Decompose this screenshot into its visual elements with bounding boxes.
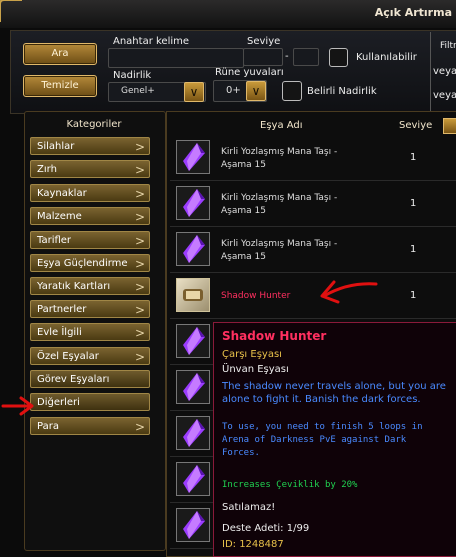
mana-stone-icon: [176, 370, 210, 404]
specific-rarity-checkbox[interactable]: [282, 81, 302, 101]
rarity-label: Nadirlik: [113, 70, 152, 81]
tooltip-bonus: Increases Çeviklik by 20%: [222, 480, 358, 490]
category-label: Tarifler: [37, 235, 72, 246]
column-header-item-name[interactable]: Eşya Adı: [260, 120, 303, 131]
chevron-right-icon: >: [134, 187, 145, 201]
category-item[interactable]: Yaratık Kartları >: [30, 277, 150, 295]
annotation-arrow-icon: [1, 396, 34, 416]
level-separator: -: [285, 51, 289, 62]
title-scroll-icon: [176, 278, 210, 312]
result-item-name: Kirli Yozlaşmış Mana Taşı - Aşama 15: [221, 239, 338, 262]
keyword-input[interactable]: [108, 48, 244, 68]
search-button[interactable]: Ara: [23, 43, 97, 65]
mana-stone-icon: [176, 140, 210, 174]
category-label: Evle İlgili: [37, 327, 82, 338]
rarity-value: Genel+: [121, 86, 155, 96]
result-item-name: Kirli Yozlaşmış Mana Taşı - Aşama 15: [221, 193, 338, 216]
tooltip-description: The shadow never travels alone, but you …: [222, 381, 446, 405]
result-item-level: 1: [410, 198, 417, 209]
keyword-label: Anahtar kelime: [113, 36, 190, 47]
category-label: Kaynaklar: [37, 188, 87, 199]
item-tooltip: Shadow Hunter Çarşı Eşyası Ünvan Eşyası …: [213, 322, 456, 557]
chevron-right-icon: >: [134, 163, 145, 177]
tooltip-stack-count: Deste Adeti: 1/99: [222, 523, 310, 534]
filter-option[interactable]: veya: [433, 90, 456, 101]
chevron-right-icon: >: [134, 326, 145, 340]
tooltip-subtype: Ünvan Eşyası: [222, 364, 289, 375]
tooltip-title: Shadow Hunter: [222, 329, 327, 343]
filter-label: Filtr: [440, 41, 456, 51]
category-label: Para: [37, 421, 59, 432]
result-row[interactable]: Kirli Yozlaşmış Mana Taşı - Aşama 15 1: [170, 136, 456, 181]
rune-slots-value: 0+: [226, 85, 241, 96]
category-item[interactable]: Özel Eşyalar >: [30, 347, 150, 365]
chevron-right-icon: >: [134, 280, 145, 294]
category-item[interactable]: Silahlar >: [30, 137, 150, 155]
level-max-input[interactable]: [293, 48, 319, 66]
category-item[interactable]: Diğerleri: [30, 393, 150, 411]
result-item-name: Kirli Yozlaşmış Mana Taşı - Aşama 15: [221, 147, 338, 170]
chevron-down-icon[interactable]: ∨: [246, 81, 266, 101]
window-corner-ornament: [0, 0, 22, 22]
category-item[interactable]: Evle İlgili >: [30, 323, 150, 341]
chevron-right-icon: >: [134, 303, 145, 317]
result-item-level: 1: [410, 152, 417, 163]
window-title: Açık Artırma: [374, 6, 452, 19]
chevron-right-icon: >: [134, 210, 145, 224]
chevron-right-icon: >: [134, 350, 145, 364]
category-label: Görev Eşyaları: [37, 374, 110, 385]
tooltip-type: Çarşı Eşyası: [222, 349, 282, 360]
result-row[interactable]: Kirli Yozlaşmış Mana Taşı - Aşama 15 1: [170, 182, 456, 227]
category-item[interactable]: Görev Eşyaları: [30, 370, 150, 388]
category-item[interactable]: Eşya Güçlendirme >: [30, 254, 150, 272]
category-label: Eşya Güçlendirme: [37, 258, 128, 269]
result-item-level: 1: [410, 290, 417, 301]
chevron-right-icon: >: [134, 234, 145, 248]
category-label: Malzeme: [37, 211, 82, 222]
rune-slots-label: Rüne yuvaları: [215, 67, 284, 78]
category-item[interactable]: Para >: [30, 417, 150, 435]
level-label: Seviye: [247, 36, 281, 47]
mana-stone-icon: [176, 508, 210, 542]
category-label: Yaratık Kartları: [37, 281, 111, 292]
mana-stone-icon: [176, 416, 210, 450]
result-row[interactable]: Kirli Yozlaşmış Mana Taşı - Aşama 15 1: [170, 228, 456, 273]
category-label: Zırh: [37, 164, 57, 175]
chevron-down-icon[interactable]: ∨: [184, 82, 204, 102]
mana-stone-icon: [176, 232, 210, 266]
usable-label: Kullanılabilir: [356, 52, 417, 63]
chevron-right-icon: >: [134, 257, 145, 271]
category-label: Diğerleri: [37, 397, 80, 408]
clear-button[interactable]: Temizle: [23, 75, 97, 97]
tooltip-sale-status: Satılamaz!: [222, 502, 276, 513]
category-item[interactable]: Tarifler >: [30, 231, 150, 249]
annotation-arrow-icon: [320, 280, 378, 304]
tooltip-usage: To use, you need to finish 5 loops in Ar…: [222, 422, 423, 458]
level-min-input[interactable]: [243, 48, 283, 66]
usable-checkbox[interactable]: [329, 48, 348, 67]
mana-stone-icon: [176, 462, 210, 496]
category-label: Partnerler: [37, 304, 87, 315]
column-header-level[interactable]: Seviye: [399, 120, 432, 131]
mana-stone-icon: [176, 324, 210, 358]
category-item[interactable]: Partnerler >: [30, 300, 150, 318]
filter-option[interactable]: veya: [433, 66, 456, 77]
category-item[interactable]: Zırh >: [30, 160, 150, 178]
specific-rarity-label: Belirli Nadirlik: [307, 86, 377, 97]
category-item[interactable]: Malzeme >: [30, 207, 150, 225]
category-label: Silahlar: [37, 141, 75, 152]
chevron-right-icon: >: [134, 420, 145, 434]
category-label: Özel Eşyalar: [37, 351, 99, 362]
scroll-up-button[interactable]: [443, 118, 456, 134]
chevron-right-icon: >: [134, 140, 145, 154]
result-row[interactable]: Shadow Hunter 1: [170, 274, 456, 319]
categories-header: Kategoriler: [66, 119, 122, 130]
tooltip-id: ID: 1248487: [222, 539, 284, 550]
result-item-level: 1: [410, 244, 417, 255]
category-item[interactable]: Kaynaklar >: [30, 184, 150, 202]
mana-stone-icon: [176, 186, 210, 220]
